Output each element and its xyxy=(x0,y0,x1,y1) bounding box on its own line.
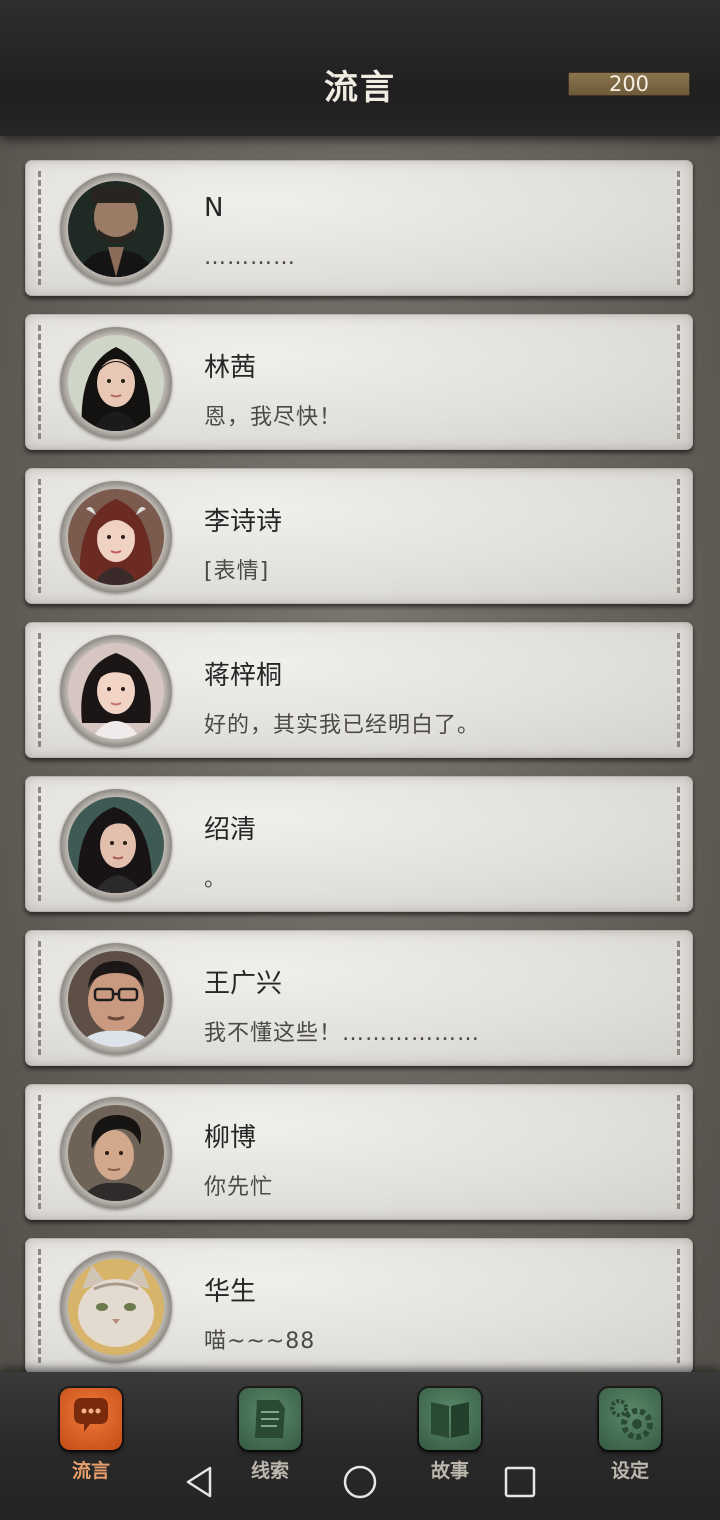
stitch-decoration xyxy=(677,787,680,901)
avatar-frame xyxy=(60,1251,172,1363)
contact-card[interactable]: 蒋梓桐 好的，其实我已经明白了。 xyxy=(25,622,693,758)
stitch-decoration xyxy=(38,1249,41,1363)
tab-label: 设定 xyxy=(610,1460,649,1482)
currency-counter: 200 xyxy=(568,72,690,96)
stitch-decoration xyxy=(677,1249,680,1363)
contact-name: 李诗诗 xyxy=(204,507,283,537)
man-avatar-icon xyxy=(68,1105,164,1201)
contact-card[interactable]: N ………… xyxy=(25,160,693,296)
man-glasses-avatar-icon xyxy=(68,951,164,1047)
tab-rumors[interactable]: 流言 xyxy=(46,1388,136,1488)
contact-last-message: [表情] xyxy=(204,559,270,584)
contact-name: 林茜 xyxy=(204,353,257,383)
woman-avatar-icon xyxy=(68,643,164,739)
stitch-decoration xyxy=(38,941,41,1055)
woman-avatar-icon xyxy=(68,797,164,893)
cat-avatar-icon xyxy=(68,1259,164,1355)
contact-name: 王广兴 xyxy=(204,969,283,999)
avatar-frame xyxy=(60,943,172,1055)
contact-last-message: 我不懂这些！……………… xyxy=(204,1021,481,1046)
contact-last-message: 。 xyxy=(204,867,228,892)
woman-avatar-icon xyxy=(68,335,164,431)
stitch-decoration xyxy=(38,325,41,439)
avatar-frame xyxy=(60,327,172,439)
tab-clues[interactable]: 线索 xyxy=(225,1388,315,1488)
recents-icon[interactable] xyxy=(502,1464,538,1500)
stitch-decoration xyxy=(38,171,41,285)
document-icon xyxy=(239,1388,301,1450)
app-screen: 流言 200 N ………… 林茜 恩，我尽快！ 李诗诗 [表情] 蒋梓桐 好的，… xyxy=(0,0,720,1520)
contact-name: 华生 xyxy=(204,1277,257,1307)
chat-bubble-icon xyxy=(60,1388,122,1450)
contact-last-message: 你先忙 xyxy=(204,1175,274,1200)
contact-name: 蒋梓桐 xyxy=(204,661,283,691)
home-icon[interactable] xyxy=(342,1464,378,1500)
contact-list: N ………… 林茜 恩，我尽快！ 李诗诗 [表情] 蒋梓桐 好的，其实我已经明白… xyxy=(25,160,693,1392)
stitch-decoration xyxy=(38,479,41,593)
contact-card[interactable]: 林茜 恩，我尽快！ xyxy=(25,314,693,450)
woman-avatar-icon xyxy=(68,489,164,585)
header-bar: 流言 200 xyxy=(0,0,720,136)
tab-label: 流言 xyxy=(71,1460,110,1482)
avatar-frame xyxy=(60,1097,172,1209)
contact-card[interactable]: 柳博 你先忙 xyxy=(25,1084,693,1220)
stitch-decoration xyxy=(677,171,680,285)
contact-last-message: 恩，我尽快！ xyxy=(204,405,343,430)
back-icon[interactable] xyxy=(182,1464,218,1500)
stitch-decoration xyxy=(677,633,680,747)
avatar-frame xyxy=(60,173,172,285)
avatar-frame xyxy=(60,481,172,593)
tab-settings[interactable]: 设定 xyxy=(585,1388,675,1488)
contact-last-message: 喵~~~88 xyxy=(204,1329,316,1354)
contact-card[interactable]: 绍清 。 xyxy=(25,776,693,912)
contact-name: 绍清 xyxy=(204,815,257,845)
gear-icon xyxy=(599,1388,661,1450)
tab-label: 故事 xyxy=(430,1460,469,1482)
stitch-decoration xyxy=(38,1095,41,1209)
stitch-decoration xyxy=(677,1095,680,1209)
stitch-decoration xyxy=(677,941,680,1055)
contact-name: 柳博 xyxy=(204,1123,257,1153)
stitch-decoration xyxy=(38,787,41,901)
stitch-decoration xyxy=(677,325,680,439)
man-dark-avatar-icon xyxy=(68,181,164,277)
contact-last-message: 好的，其实我已经明白了。 xyxy=(204,713,481,738)
contact-card[interactable]: 华生 喵~~~88 xyxy=(25,1238,693,1374)
avatar-frame xyxy=(60,635,172,747)
book-icon xyxy=(419,1388,481,1450)
tab-story[interactable]: 故事 xyxy=(405,1388,495,1488)
avatar-frame xyxy=(60,789,172,901)
contact-card[interactable]: 李诗诗 [表情] xyxy=(25,468,693,604)
tab-label: 线索 xyxy=(250,1460,289,1482)
contact-card[interactable]: 王广兴 我不懂这些！……………… xyxy=(25,930,693,1066)
contact-name: N xyxy=(204,193,224,223)
stitch-decoration xyxy=(38,633,41,747)
stitch-decoration xyxy=(677,479,680,593)
contact-last-message: ………… xyxy=(204,245,296,270)
